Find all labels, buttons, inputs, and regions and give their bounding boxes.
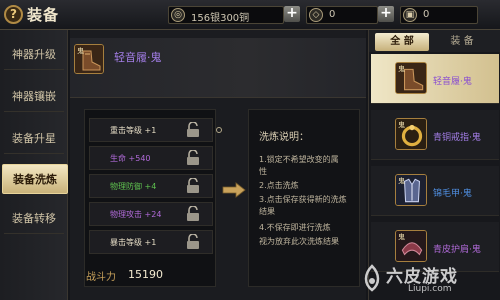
window-title: 装备 bbox=[27, 6, 60, 24]
lock-icon[interactable] bbox=[186, 206, 200, 222]
attribute-text: 物理攻击 +24 bbox=[110, 210, 162, 219]
top-bar: ? 装备 ◎ 156银300铜 + ◇ 0 + ▣ 0 bbox=[0, 0, 500, 30]
circle-marker-icon bbox=[216, 127, 222, 133]
sidebar-item-artifact-upgrade[interactable]: 神器升级 bbox=[4, 40, 64, 70]
description-line: 性 bbox=[259, 167, 267, 176]
refine-panel: 鬼 轻音履·鬼 重击等级 +1 生命 +540 物理防御 +4 物理攻击 +24… bbox=[70, 30, 366, 300]
boots-icon: 鬼 bbox=[395, 62, 427, 94]
attribute-text: 物理防御 +4 bbox=[110, 182, 157, 191]
attribute-row: 重击等级 +1 bbox=[89, 118, 213, 142]
sidebar-item-equip-refine[interactable]: 装备洗炼 bbox=[2, 164, 68, 194]
selected-item-name: 轻音履·鬼 bbox=[114, 51, 162, 64]
description-line: 2.点击洗炼 bbox=[259, 181, 299, 190]
diamond-amount: 0 bbox=[329, 9, 336, 20]
description-title: 洗炼说明： bbox=[259, 132, 309, 143]
item-name: 轻音履·鬼 bbox=[433, 77, 472, 87]
add-silver-button[interactable]: + bbox=[284, 6, 300, 22]
tab-all[interactable]: 全 部 bbox=[375, 33, 429, 51]
combat-power-label: 战斗力 bbox=[86, 272, 116, 283]
lock-icon[interactable] bbox=[186, 178, 200, 194]
attribute-row: 生命 +540 bbox=[89, 146, 213, 170]
watermark-url: Liupi.com bbox=[408, 284, 452, 294]
shoulder-icon: 鬼 bbox=[395, 230, 427, 262]
item-name: 青皮护肩·鬼 bbox=[433, 245, 481, 255]
description-line: 4.不保存即进行洗炼 bbox=[259, 223, 331, 232]
list-item[interactable]: 鬼 青铜戒指·鬼 bbox=[371, 110, 499, 160]
question-mark-icon[interactable]: ? bbox=[4, 5, 23, 24]
lock-icon[interactable] bbox=[186, 234, 200, 250]
list-item[interactable]: 鬼 轻音履·鬼 bbox=[371, 54, 499, 104]
refine-description-panel: 洗炼说明： 1.锁定不希望改变的属 性 2.点击洗炼 3.点击保存获得新的洗炼 … bbox=[248, 109, 360, 287]
attribute-text: 暴击等级 +1 bbox=[110, 238, 157, 247]
list-item[interactable]: 鬼 锦毛甲·鬼 bbox=[371, 166, 499, 216]
silver-currency-display: ◎ 156银300铜 bbox=[168, 6, 284, 24]
attribute-text: 生命 +540 bbox=[110, 154, 151, 163]
tab-equipment[interactable]: 装 备 bbox=[435, 33, 489, 51]
combat-power-value: 15190 bbox=[128, 268, 163, 281]
description-line: 1.锁定不希望改变的属 bbox=[259, 155, 339, 164]
diamond-currency-display: ◇ 0 bbox=[306, 6, 378, 24]
sidebar-item-equip-transfer[interactable]: 装备转移 bbox=[4, 204, 64, 234]
lock-icon[interactable] bbox=[186, 150, 200, 166]
silver-amount: 156银300铜 bbox=[191, 13, 250, 24]
ring-icon: 鬼 bbox=[395, 118, 427, 150]
right-arrow-icon bbox=[222, 182, 246, 198]
ingot-amount: 0 bbox=[423, 9, 430, 20]
attribute-row: 物理攻击 +24 bbox=[89, 202, 213, 226]
description-line: 结果 bbox=[259, 207, 275, 216]
filter-tabs: 全 部 装 备 bbox=[369, 30, 500, 52]
sidebar: 神器升级 神器镶嵌 装备升星 装备洗炼 装备转移 bbox=[0, 30, 68, 300]
attribute-list: 重击等级 +1 生命 +540 物理防御 +4 物理攻击 +24 暴击等级 +1 bbox=[84, 109, 216, 287]
item-name: 锦毛甲·鬼 bbox=[433, 189, 472, 199]
attribute-text: 重击等级 +1 bbox=[110, 126, 157, 135]
attribute-row: 暴击等级 +1 bbox=[89, 230, 213, 254]
ingot-icon: ▣ bbox=[403, 8, 417, 22]
attribute-row: 物理防御 +4 bbox=[89, 174, 213, 198]
description-line: 视为放弃此次洗炼结果 bbox=[259, 237, 339, 246]
armor-icon: 鬼 bbox=[395, 174, 427, 206]
item-name: 青铜戒指·鬼 bbox=[433, 133, 481, 143]
selected-item-banner: 鬼 轻音履·鬼 bbox=[70, 38, 366, 98]
lock-icon[interactable] bbox=[186, 122, 200, 138]
boots-icon[interactable]: 鬼 bbox=[74, 44, 104, 74]
site-watermark: 六皮游戏 Liupi.com bbox=[356, 260, 500, 300]
coin-icon: ◎ bbox=[171, 8, 185, 22]
ingot-currency-display: ▣ 0 bbox=[400, 6, 478, 24]
diamond-icon: ◇ bbox=[309, 8, 323, 22]
sidebar-item-equip-star[interactable]: 装备升星 bbox=[4, 124, 64, 154]
watermark-logo-icon bbox=[364, 264, 380, 292]
description-line: 3.点击保存获得新的洗炼 bbox=[259, 195, 347, 204]
sidebar-item-artifact-inlay[interactable]: 神器镶嵌 bbox=[4, 82, 64, 112]
add-diamond-button[interactable]: + bbox=[378, 6, 394, 22]
